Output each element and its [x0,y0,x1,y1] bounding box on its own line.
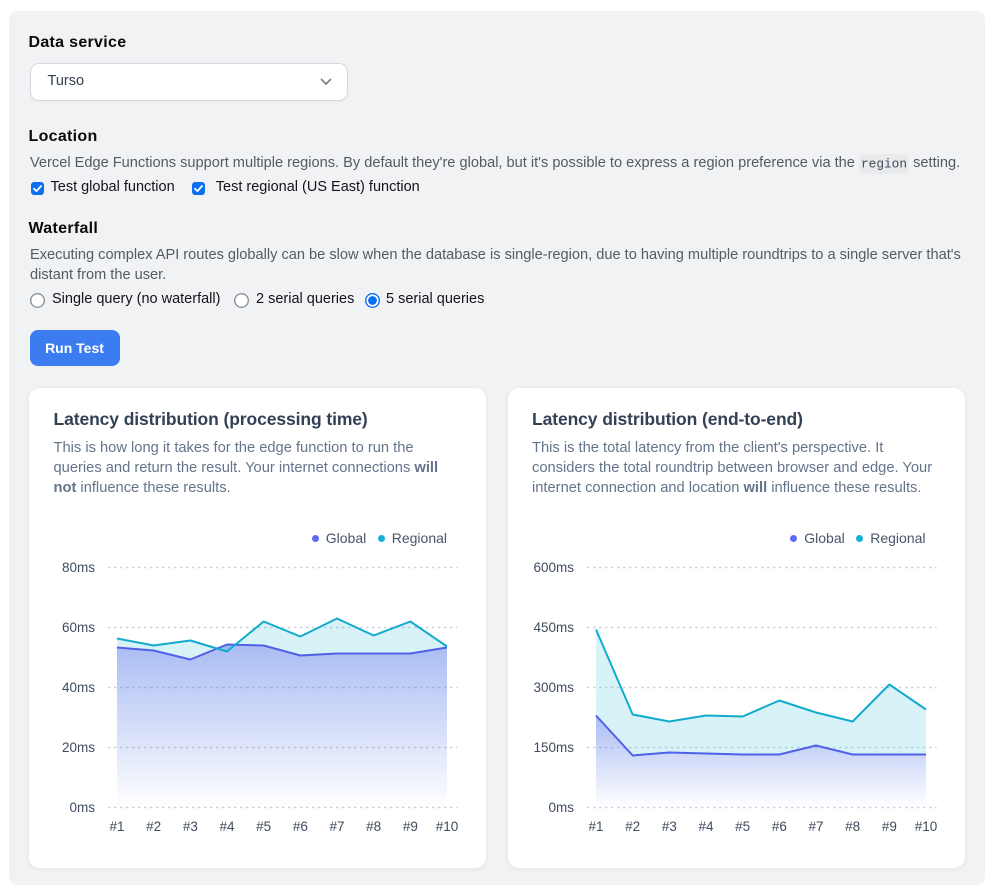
svg-text:300ms: 300ms [533,680,574,695]
svg-text:450ms: 450ms [533,620,574,635]
svg-text:#6: #6 [293,819,308,834]
svg-text:#9: #9 [403,819,418,834]
svg-text:#2: #2 [625,819,640,834]
svg-text:#10: #10 [914,819,937,834]
svg-text:#3: #3 [183,819,198,834]
svg-text:#1: #1 [588,819,603,834]
svg-text:#10: #10 [436,819,459,834]
svg-text:#3: #3 [661,819,676,834]
svg-text:#6: #6 [771,819,786,834]
svg-text:#8: #8 [845,819,860,834]
svg-text:#2: #2 [146,819,161,834]
svg-text:#8: #8 [366,819,381,834]
svg-text:#4: #4 [219,819,235,834]
svg-text:#5: #5 [256,819,271,834]
svg-text:40ms: 40ms [62,680,95,695]
svg-text:#1: #1 [109,819,124,834]
svg-text:0ms: 0ms [69,800,95,815]
svg-text:600ms: 600ms [533,560,574,575]
svg-text:150ms: 150ms [533,740,574,755]
svg-text:#7: #7 [808,819,823,834]
svg-text:60ms: 60ms [62,620,95,635]
svg-text:#9: #9 [881,819,896,834]
svg-text:0ms: 0ms [548,800,574,815]
svg-text:20ms: 20ms [62,740,95,755]
svg-text:#4: #4 [698,819,714,834]
svg-text:#5: #5 [735,819,750,834]
svg-text:#7: #7 [329,819,344,834]
svg-text:80ms: 80ms [62,560,95,575]
